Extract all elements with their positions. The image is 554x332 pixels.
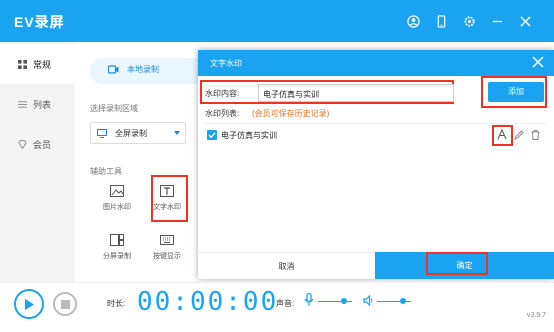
keyboard-icon <box>159 233 175 247</box>
play-button[interactable] <box>14 289 44 319</box>
chevron-down-icon <box>174 131 180 135</box>
divider <box>203 123 547 124</box>
checkbox[interactable] <box>207 130 217 140</box>
area-section-label: 选择录制区域 <box>90 104 138 113</box>
stop-button[interactable] <box>53 292 77 316</box>
dialog-title-text: 文字水印 <box>210 59 242 68</box>
area-select[interactable]: 全屏录制 <box>90 122 186 144</box>
image-icon <box>109 184 125 198</box>
close-icon[interactable] <box>518 14 532 28</box>
tool-label: 按键显示 <box>153 253 181 260</box>
tool-label: 分屏录制 <box>103 253 131 260</box>
area-select-value: 全屏录制 <box>115 128 147 138</box>
user-icon[interactable] <box>406 14 420 28</box>
speaker-volume-handle[interactable] <box>399 298 406 304</box>
dialog-footer: 取消 确定 <box>198 252 554 279</box>
ev-recorder-window: EV录屏 常规 列表 会员 本地录制 选择录制区域 全屏录制 辅助工具 图片水印… <box>0 0 554 332</box>
version-label: v3.9.7 <box>526 312 546 319</box>
tool-split-screen[interactable]: 分屏录制 <box>98 233 136 261</box>
diamond-icon <box>18 139 27 149</box>
duration-label: 时长: <box>107 299 126 308</box>
tool-image-watermark[interactable]: 图片水印 <box>98 184 136 212</box>
sidebar-item-label: 列表 <box>33 99 52 110</box>
settings-icon[interactable] <box>462 14 476 28</box>
edit-icon[interactable] <box>513 128 524 141</box>
close-icon[interactable] <box>532 56 544 68</box>
cancel-button[interactable]: 取消 <box>198 252 375 279</box>
list-icon <box>18 100 27 108</box>
sidebar-item-member[interactable]: 会员 <box>0 124 75 164</box>
sidebar: 常规 列表 会员 <box>0 42 75 282</box>
mic-volume-handle[interactable] <box>340 298 347 304</box>
microphone-icon[interactable] <box>304 293 314 307</box>
speaker-icon[interactable] <box>363 295 374 306</box>
monitor-icon <box>97 128 107 138</box>
trash-icon[interactable] <box>530 128 541 141</box>
sidebar-item-list[interactable]: 列表 <box>0 84 75 124</box>
sidebar-item-label: 会员 <box>33 139 52 150</box>
highlight-text-watermark <box>151 175 188 222</box>
tool-key-display[interactable]: 按键显示 <box>148 233 186 261</box>
split-screen-icon <box>109 233 125 247</box>
grid-icon <box>18 59 27 69</box>
titlebar-icons <box>406 14 532 28</box>
watermark-item-text: 电子仿真与实训 <box>221 131 277 140</box>
sound-label: 声音: <box>276 299 295 308</box>
tab-label: 本地录制 <box>127 65 159 74</box>
app-title: EV录屏 <box>14 14 65 30</box>
timer: 00:00:00 <box>137 287 279 317</box>
minimize-icon[interactable] <box>490 14 504 28</box>
tool-label: 图片水印 <box>103 204 131 211</box>
list-label: 水印列表: <box>205 109 240 118</box>
speaker-volume-track[interactable] <box>377 301 411 302</box>
sidebar-item-general[interactable]: 常规 <box>0 44 75 84</box>
tools-section-label: 辅助工具 <box>90 167 122 176</box>
stop-icon <box>60 299 70 309</box>
add-button[interactable]: 添加 <box>488 82 544 102</box>
sidebar-item-label: 常规 <box>33 59 52 70</box>
title-bar: EV录屏 <box>0 0 554 42</box>
list-hint: (会员可保存历史记录) <box>252 109 330 118</box>
watermark-content-input[interactable]: 电子仿真与实训 <box>258 84 454 102</box>
dialog-title: 文字水印 <box>198 50 554 76</box>
mic-volume-track[interactable] <box>318 301 352 302</box>
content-label: 水印内容: <box>205 89 240 98</box>
tab-local-record[interactable]: 本地录制 <box>108 64 159 75</box>
highlight-font-icon <box>492 125 513 146</box>
phone-icon[interactable] <box>434 14 448 28</box>
highlight-ok-button <box>426 252 488 275</box>
play-icon <box>25 298 34 310</box>
video-icon <box>108 65 119 74</box>
